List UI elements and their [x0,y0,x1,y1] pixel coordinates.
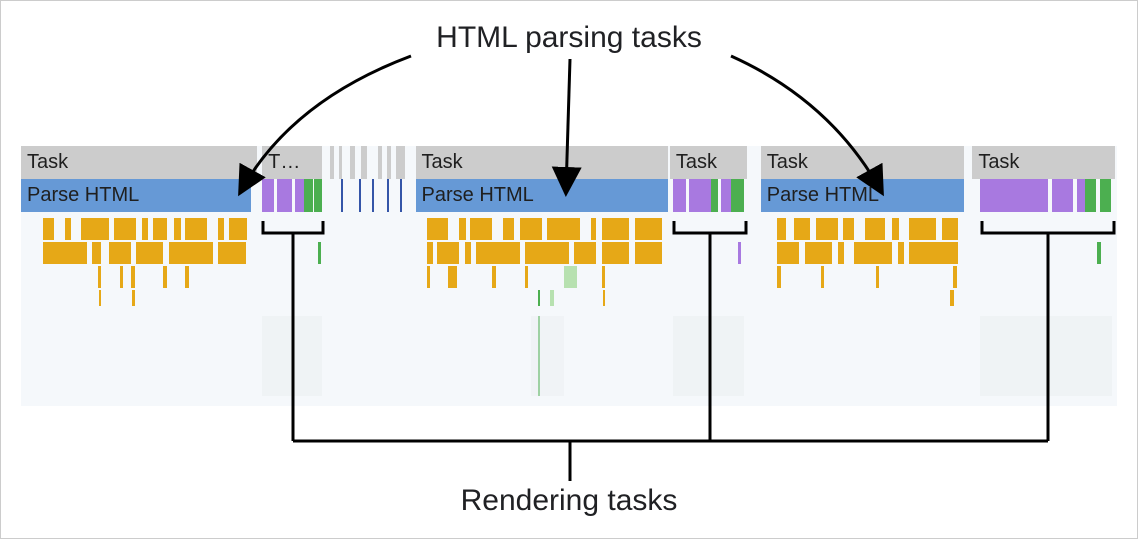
lanes-background: Task T… Task Task Task Task Parse HTML P… [21,146,1117,406]
flame-area [21,216,1117,406]
task-block: Task [972,146,1114,179]
blue-sliver [400,179,402,212]
render-cluster [262,179,322,212]
task-sliver [396,146,405,179]
task-sliver [387,146,391,179]
task-sliver [361,146,368,179]
task-sliver [330,146,334,179]
task-block: Task [670,146,747,179]
task-block: Task [761,146,964,179]
parse-html-block: Parse HTML [761,179,964,212]
figure-frame: HTML parsing tasks Task T… Task Task Tas… [0,0,1138,539]
bottom-annotation-label: Rendering tasks [461,484,678,518]
render-cluster [673,179,744,212]
parse-html-block: Parse HTML [416,179,668,212]
task-sliver [378,146,381,179]
task-block: Task [21,146,257,179]
task-block-truncated: T… [262,146,322,179]
parse-html-block: Parse HTML [21,179,251,212]
blue-sliver [387,179,389,212]
blue-sliver [359,179,361,212]
task-sliver [339,146,342,179]
perf-flame-chart: Task T… Task Task Task Task Parse HTML P… [21,146,1117,406]
blue-sliver [372,179,374,212]
task-lane: Task T… Task Task Task Task [21,146,1117,179]
parse-html-lane: Parse HTML Parse HTML Parse HTML [21,179,1117,212]
task-block: Task [416,146,668,179]
blue-sliver [341,179,343,212]
render-cluster [980,179,1112,212]
top-annotation-label: HTML parsing tasks [436,21,702,55]
task-sliver [350,146,355,179]
